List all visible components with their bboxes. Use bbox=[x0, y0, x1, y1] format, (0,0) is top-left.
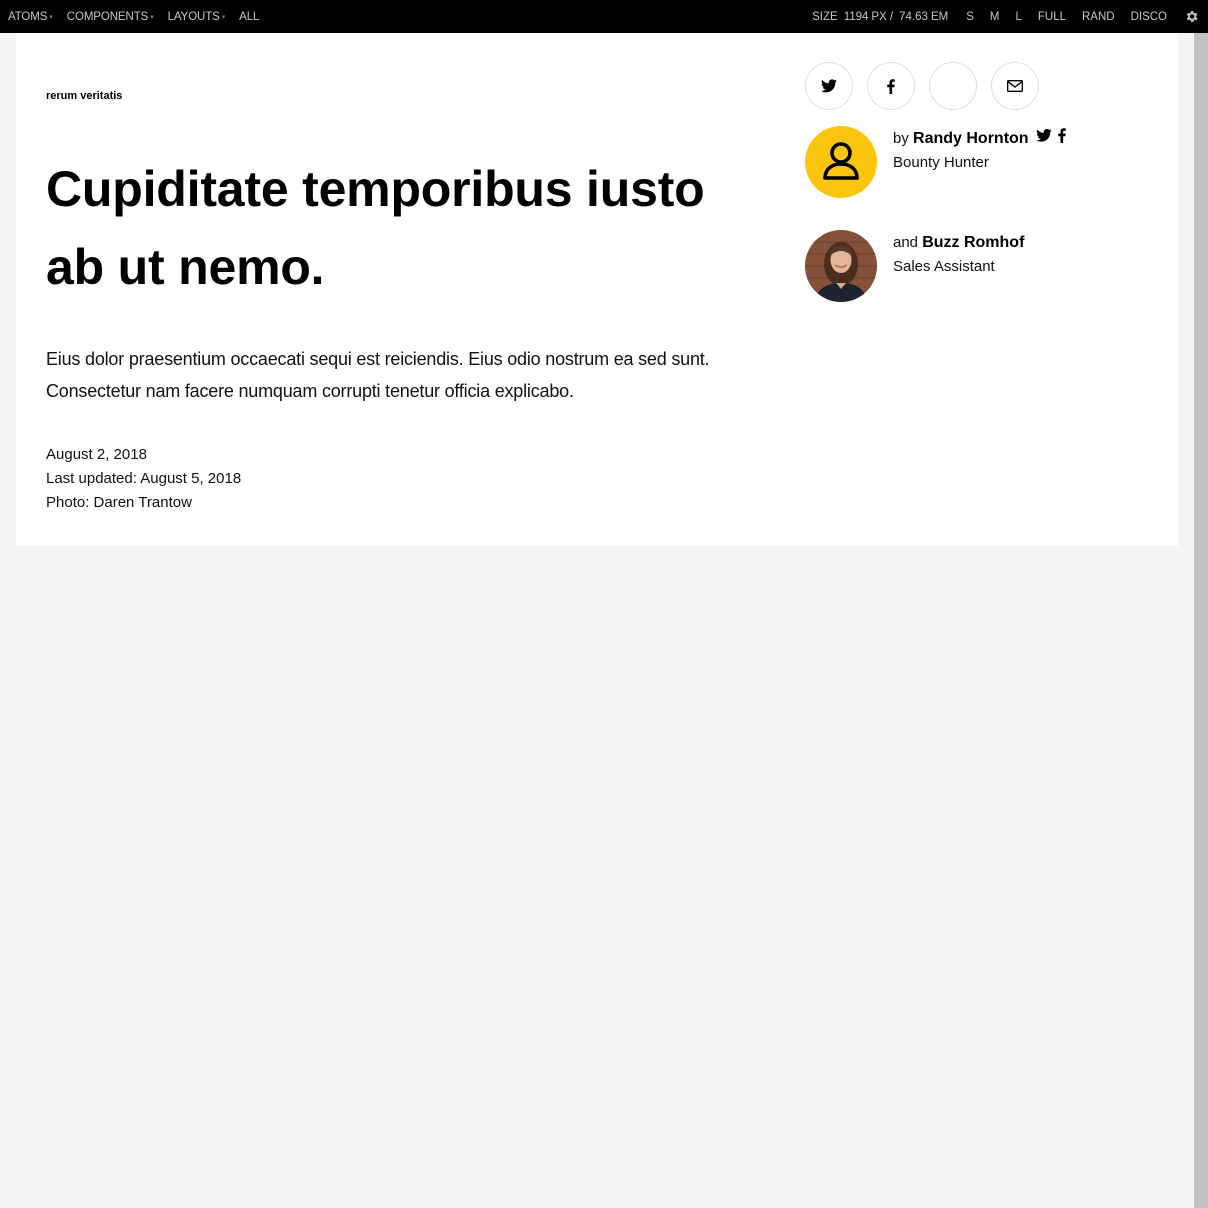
author-title: Sales Assistant bbox=[893, 258, 995, 275]
toolbar-nav: ATOMS ▾ COMPONENTS ▾ LAYOUTS ▾ ALL bbox=[0, 0, 266, 33]
share-bar bbox=[805, 62, 1053, 110]
viewport-small-button[interactable]: S bbox=[958, 11, 982, 23]
size-em-unit: EM bbox=[930, 10, 949, 23]
chevron-down-icon: ▾ bbox=[49, 13, 53, 21]
article-header: rerum veritatis Cupiditate temporibus iu… bbox=[16, 33, 1178, 546]
share-twitter-button[interactable] bbox=[805, 62, 853, 110]
nav-all-label: ALL bbox=[239, 10, 260, 23]
gear-icon[interactable] bbox=[1175, 0, 1208, 33]
author-photo bbox=[805, 230, 877, 302]
author-name[interactable]: Buzz Romhof bbox=[922, 234, 1024, 251]
avatar[interactable] bbox=[805, 230, 877, 302]
viewport-disco-button[interactable]: DISCO bbox=[1123, 11, 1175, 23]
viewport-resize-handle[interactable] bbox=[1194, 33, 1208, 1208]
share-facebook-button[interactable] bbox=[867, 62, 915, 110]
chevron-down-icon: ▾ bbox=[221, 13, 226, 21]
chevron-down-icon: ▾ bbox=[150, 13, 154, 21]
viewport-controls: SIZE 1194 PX / 74.63 EM S M L FULL RAND … bbox=[812, 0, 1208, 33]
avatar[interactable] bbox=[805, 126, 877, 198]
share-email-button[interactable] bbox=[991, 62, 1039, 110]
nav-layouts[interactable]: LAYOUTS ▾ bbox=[161, 0, 233, 33]
article-kicker[interactable]: rerum veritatis bbox=[46, 90, 122, 102]
nav-components[interactable]: COMPONENTS ▾ bbox=[60, 0, 161, 33]
nav-atoms-label: ATOMS bbox=[8, 10, 48, 23]
author-social-links bbox=[1035, 128, 1072, 143]
author-info: by Randy Hornton Bounty Hunter bbox=[893, 126, 1072, 198]
email-icon bbox=[1007, 80, 1023, 92]
viewport-full-button[interactable]: FULL bbox=[1030, 11, 1074, 23]
facebook-icon[interactable] bbox=[1057, 128, 1066, 143]
size-em-value[interactable]: 74.63 bbox=[899, 11, 928, 23]
nav-layouts-label: LAYOUTS bbox=[167, 10, 220, 23]
nav-components-label: COMPONENTS bbox=[66, 10, 149, 23]
size-px-unit: PX / bbox=[871, 10, 894, 23]
byline-prefix: by bbox=[893, 130, 909, 147]
publish-date: August 2, 2018 bbox=[46, 446, 147, 463]
viewport-large-button[interactable]: L bbox=[1007, 11, 1029, 23]
facebook-icon bbox=[887, 78, 895, 94]
size-px-value[interactable]: 1194 bbox=[844, 11, 869, 23]
article-dek: Eius dolor praesentium occaecati sequi e… bbox=[46, 349, 710, 401]
author-info: and Buzz Romhof Sales Assistant bbox=[893, 230, 1024, 302]
viewport-random-button[interactable]: RAND bbox=[1074, 11, 1123, 23]
size-label: SIZE bbox=[812, 10, 838, 23]
nav-atoms[interactable]: ATOMS ▾ bbox=[0, 0, 60, 33]
person-placeholder-icon bbox=[823, 142, 859, 180]
updated-date: Last updated: August 5, 2018 bbox=[46, 470, 242, 487]
viewport-medium-button[interactable]: M bbox=[982, 11, 1008, 23]
twitter-icon bbox=[821, 79, 837, 93]
photo-credit: Photo: Daren Trantow bbox=[46, 494, 192, 511]
author-byline: and Buzz Romhof Sales Assistant bbox=[805, 230, 1024, 302]
pattern-toolbar: ATOMS ▾ COMPONENTS ▾ LAYOUTS ▾ ALL SIZE … bbox=[0, 0, 1208, 33]
author-name[interactable]: Randy Hornton bbox=[913, 130, 1029, 147]
twitter-icon[interactable] bbox=[1035, 129, 1052, 142]
author-byline: by Randy Hornton Bounty Hunter bbox=[805, 126, 1072, 198]
byline-prefix: and bbox=[893, 234, 919, 251]
share-button[interactable] bbox=[929, 62, 977, 110]
nav-all[interactable]: ALL bbox=[232, 0, 266, 33]
author-title: Bounty Hunter bbox=[893, 154, 989, 171]
article-meta: August 2, 2018 Last updated: August 5, 2… bbox=[46, 443, 241, 515]
article-headline: Cupiditate temporibus iusto ab ut nemo. bbox=[46, 161, 705, 295]
